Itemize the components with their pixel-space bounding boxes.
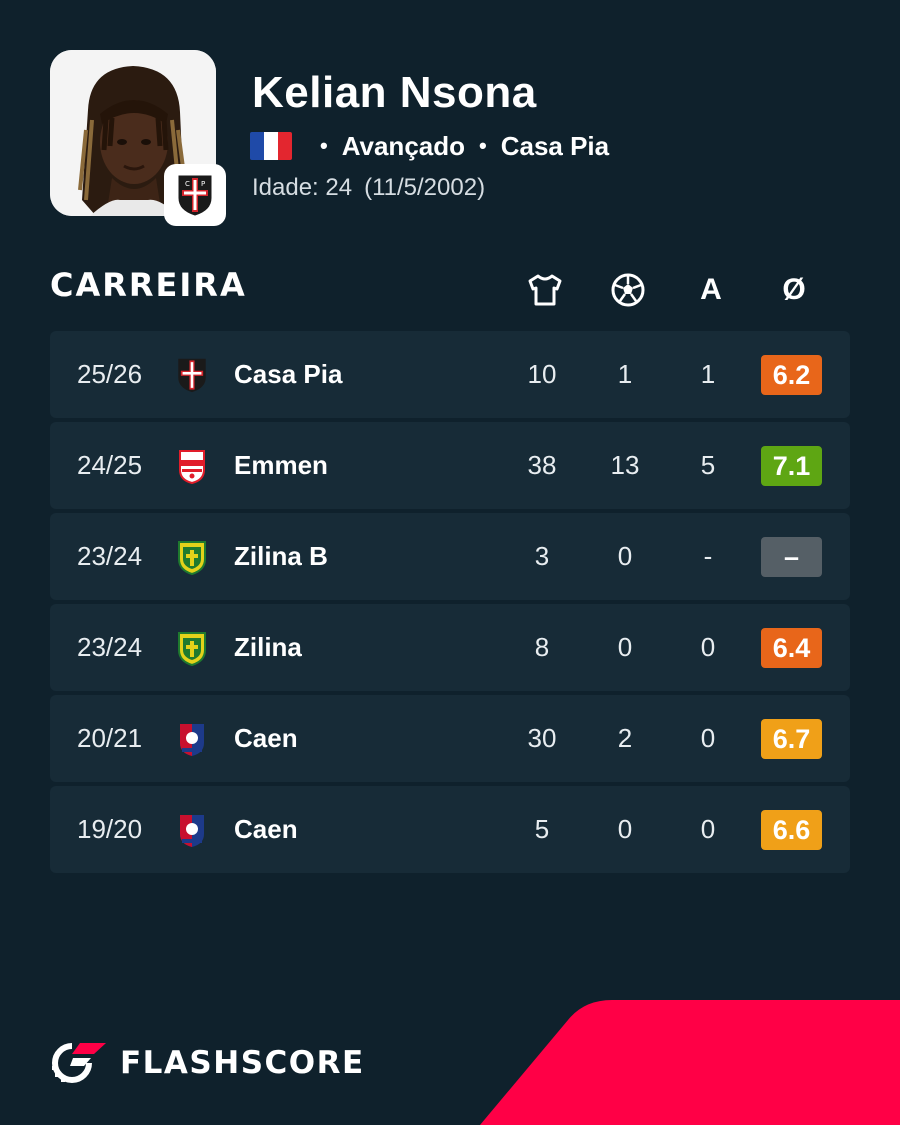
row-team: Emmen [234, 450, 328, 480]
row-team: Caen [234, 814, 298, 844]
casa-pia-logo-icon: C P [178, 175, 212, 216]
row-rating-badge: – [761, 537, 822, 577]
row-appearances: 10 [527, 359, 557, 389]
player-position: Avançado [341, 130, 465, 161]
emmen-logo-icon [176, 448, 208, 485]
row-appearances: 5 [534, 814, 550, 844]
career-row: 23/24 Zilina B 3 0 - – [50, 513, 850, 600]
row-appearances: 3 [534, 541, 550, 571]
player-age: Idade: 24 (11/5/2002) [252, 174, 497, 202]
row-appearances: 8 [534, 632, 550, 662]
row-rating-badge: 6.4 [761, 628, 822, 668]
player-name: Kelian Nsona [252, 68, 537, 117]
row-season: 23/24 [77, 632, 143, 662]
career-row: 23/24 Zilina 8 0 0 6.4 [50, 604, 850, 691]
row-team: Zilina [234, 632, 302, 662]
brand-name: FLASHSCORE [120, 1045, 365, 1081]
appearances-column-header [523, 268, 567, 312]
france-flag-icon [250, 132, 292, 160]
row-assists: 0 [700, 632, 716, 662]
row-goals: 0 [617, 632, 633, 662]
row-rating-badge: 7.1 [761, 446, 822, 486]
goals-column-header [606, 268, 650, 312]
row-season: 20/21 [77, 723, 143, 753]
row-rating-badge: 6.7 [761, 719, 822, 759]
row-goals: 1 [617, 359, 633, 389]
row-goals: 13 [610, 450, 640, 480]
career-row: 20/21 Caen 30 2 0 6.7 [50, 695, 850, 782]
row-rating-badge: 6.6 [761, 810, 822, 850]
separator-dot: • [320, 133, 328, 158]
row-assists: 5 [700, 450, 716, 480]
row-assists: 1 [700, 359, 716, 389]
rating-column-header: Ø [782, 273, 806, 306]
player-meta: • Avançado • Casa Pia [250, 130, 609, 162]
assists-column-header: A [700, 273, 722, 306]
svg-text:C: C [185, 180, 190, 188]
row-goals: 0 [617, 541, 633, 571]
row-team: Caen [234, 723, 298, 753]
row-assists: - [703, 541, 713, 571]
row-appearances: 38 [527, 450, 557, 480]
casa-pia-logo-icon [176, 357, 208, 393]
caen-logo-icon [176, 812, 208, 848]
row-appearances: 30 [527, 723, 557, 753]
row-season: 23/24 [77, 541, 143, 571]
row-season: 25/26 [77, 359, 143, 389]
career-table: 25/26 Casa Pia 10 1 1 6.2 24/25 Emmen 38 13 5 7.1 23… [50, 331, 850, 877]
career-row: 19/20 Caen 5 0 0 6.6 [50, 786, 850, 873]
row-team: Zilina B [234, 541, 328, 571]
club-badge: C P [164, 164, 226, 226]
row-rating-badge: 6.2 [761, 355, 822, 395]
row-season: 24/25 [77, 450, 143, 480]
flashscore-logo-icon [52, 1043, 106, 1083]
football-icon [611, 273, 645, 307]
caen-logo-icon [176, 721, 208, 757]
player-club: Casa Pia [500, 130, 610, 161]
age-label: Idade: 24 [252, 174, 353, 201]
row-assists: 0 [700, 723, 716, 753]
svg-text:P: P [201, 180, 205, 188]
row-season: 19/20 [77, 814, 143, 844]
birth-date: (11/5/2002) [364, 174, 486, 201]
zilina-logo-icon [176, 630, 208, 667]
career-title: CARREIRA [50, 266, 247, 304]
zilina-logo-icon [176, 539, 208, 576]
flashscore-brand: FLASHSCORE [50, 1040, 365, 1086]
career-row: 24/25 Emmen 38 13 5 7.1 [50, 422, 850, 509]
row-assists: 0 [700, 814, 716, 844]
row-goals: 2 [617, 723, 633, 753]
career-row: 25/26 Casa Pia 10 1 1 6.2 [50, 331, 850, 418]
separator-dot: • [479, 133, 487, 158]
player-header: C P Kelian Nsona • Avançado • Casa Pia I… [50, 50, 850, 230]
row-goals: 0 [617, 814, 633, 844]
row-team: Casa Pia [234, 359, 343, 389]
shirt-icon [528, 274, 562, 306]
